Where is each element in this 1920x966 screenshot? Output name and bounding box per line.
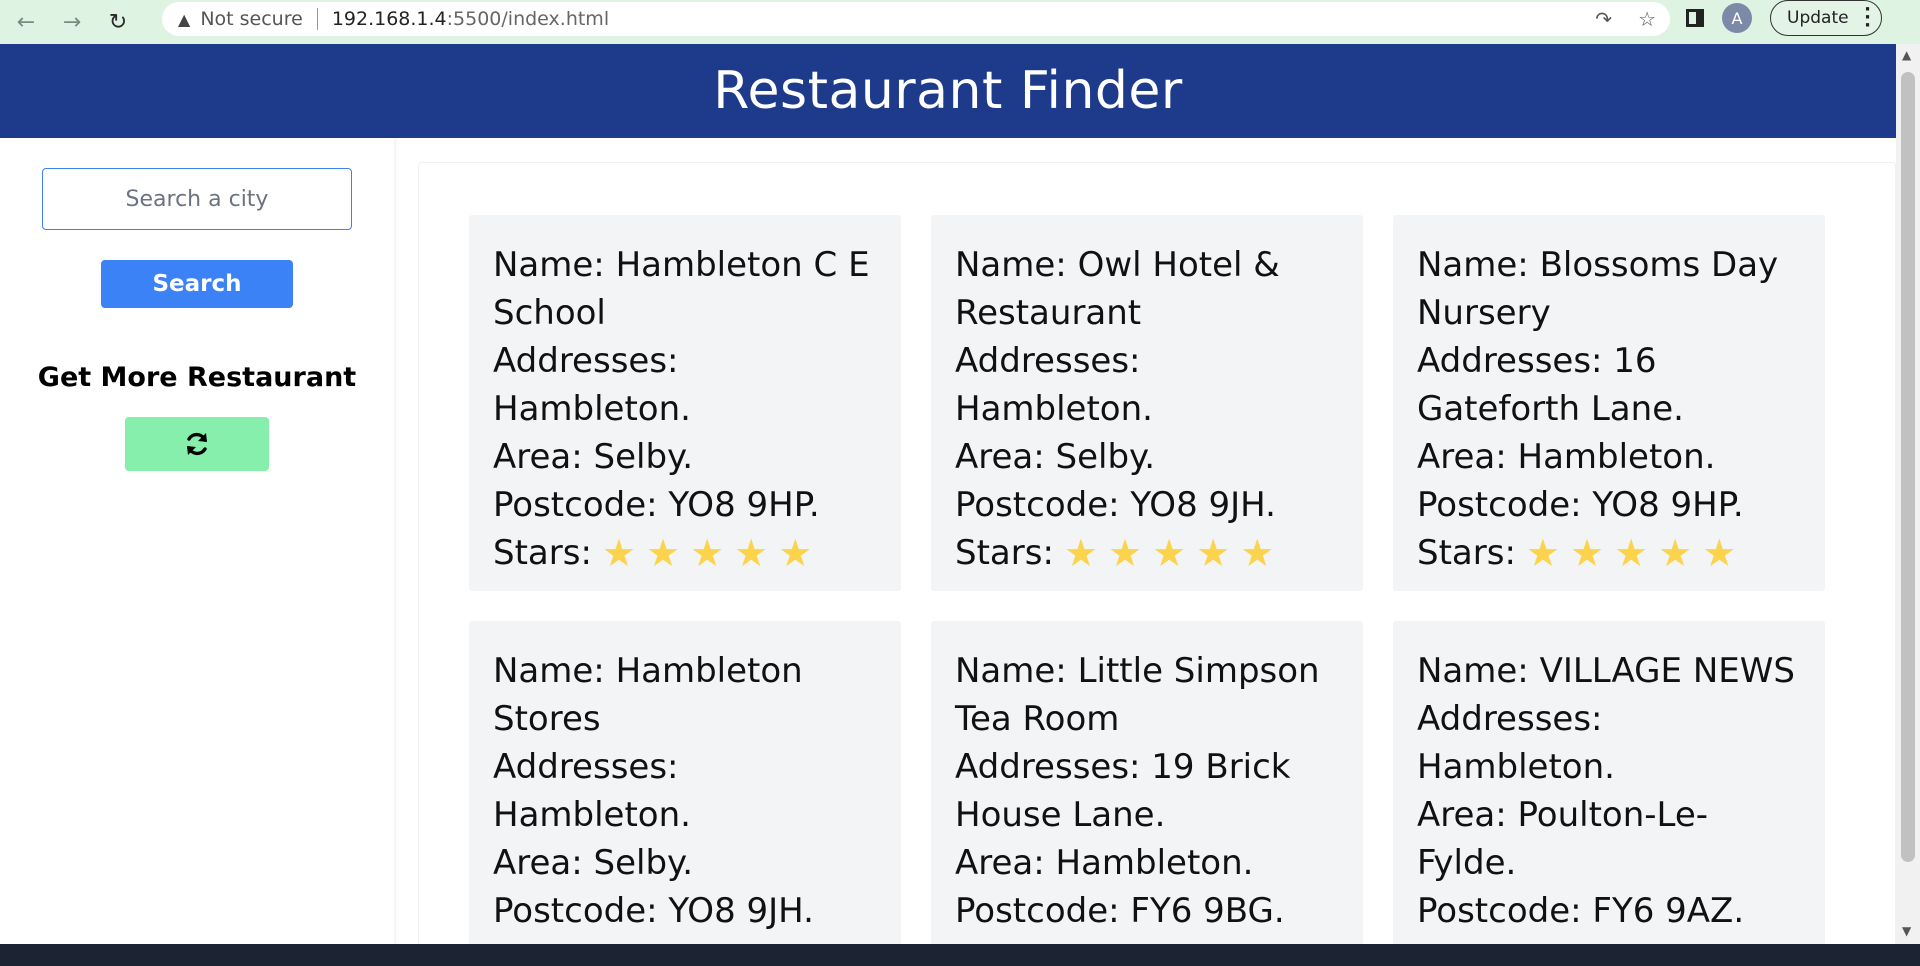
scroll-up-icon[interactable]: ▲	[1902, 48, 1911, 62]
restaurant-stars: Stars:★★★★★	[955, 935, 1343, 944]
refresh-icon	[187, 432, 207, 456]
scrollbar[interactable]: ▲ ▼	[1896, 44, 1920, 944]
page-viewport: Restaurant Finder Search Get More Restau…	[0, 44, 1896, 944]
restaurant-area: Area: Hambleton.	[955, 843, 1254, 883]
get-more-heading: Get More Restaurant	[37, 362, 357, 393]
stars-label: Stars:	[1417, 533, 1516, 573]
restaurant-area: Area: Poulton-Le-Fylde.	[1417, 795, 1709, 883]
star-icon: ★	[1525, 531, 1560, 575]
warning-triangle-icon[interactable]: ▲	[178, 10, 190, 29]
restaurant-name: Name: Owl Hotel & Restaurant	[955, 245, 1280, 333]
url-path[interactable]: :5500/index.html	[447, 8, 609, 30]
city-search-input[interactable]	[42, 168, 352, 230]
star-icon: ★	[601, 531, 636, 575]
scroll-down-icon[interactable]: ▼	[1902, 924, 1911, 938]
divider	[316, 8, 318, 30]
restaurant-card: Name: Blossoms Day Nursery Addresses: 16 …	[1393, 215, 1825, 591]
star-icon: ★	[734, 531, 769, 575]
restaurant-postcode: Postcode: YO8 9HP.	[493, 485, 820, 525]
restaurant-area: Area: Hambleton.	[1417, 437, 1716, 477]
browser-toolbar: ← → ↻ ▲ Not secure 192.168.1.4:5500/inde…	[0, 0, 1920, 44]
restaurant-name: Name: Hambleton C E School	[493, 245, 870, 333]
restaurant-card: Name: Little Simpson Tea Room Addresses: …	[931, 621, 1363, 944]
star-icon: ★	[1614, 531, 1649, 575]
share-icon[interactable]: ↷	[1595, 7, 1612, 31]
profile-avatar[interactable]: A	[1722, 3, 1752, 33]
back-icon[interactable]: ←	[6, 2, 46, 42]
star-icon: ★	[1240, 531, 1275, 575]
bookmark-star-icon[interactable]: ☆	[1638, 7, 1656, 31]
security-label[interactable]: Not secure	[200, 8, 303, 30]
restaurant-postcode: Postcode: FY6 9AZ.	[1417, 891, 1745, 931]
restaurant-area: Area: Selby.	[493, 437, 694, 477]
restaurant-area: Area: Selby.	[955, 437, 1156, 477]
star-icon: ★	[1107, 531, 1143, 575]
restaurant-stars: Stars:★★★★★	[493, 529, 881, 577]
restaurant-stars: Stars:★★★★★	[1417, 529, 1805, 577]
restaurant-postcode: Postcode: YO8 9HP.	[1417, 485, 1744, 525]
star-icon: ★	[690, 531, 725, 575]
restaurant-card: Name: VILLAGE NEWS Addresses: Hambleton. A…	[1393, 621, 1825, 944]
side-panel-icon[interactable]	[1686, 9, 1704, 27]
url-host[interactable]: 192.168.1.4	[332, 8, 447, 30]
address-bar[interactable]: ▲ Not secure 192.168.1.4:5500/index.html…	[162, 2, 1670, 36]
scrollbar-thumb[interactable]	[1901, 72, 1915, 862]
restaurant-stars: Stars:★★★★★	[1417, 935, 1805, 944]
stars-label: Stars:	[493, 935, 592, 944]
restaurant-stars: Stars:★★★★★	[955, 529, 1343, 577]
restaurant-address: Addresses: Hambleton.	[955, 341, 1153, 429]
star-icon: ★	[1569, 531, 1605, 575]
results-panel: Name: Hambleton C E School Addresses: Ham…	[418, 162, 1896, 944]
restaurant-stars: Stars:★★★★	[493, 935, 881, 944]
restaurant-name: Name: Hambleton Stores	[493, 651, 803, 739]
restaurant-card: Name: Owl Hotel & Restaurant Addresses: H…	[931, 215, 1363, 591]
restaurant-address: Addresses: Hambleton.	[1417, 699, 1615, 787]
restaurant-address: Addresses: Hambleton.	[493, 747, 691, 835]
taskbar	[0, 944, 1920, 966]
reload-icon[interactable]: ↻	[98, 2, 138, 42]
page-title: Restaurant Finder	[713, 61, 1183, 121]
stars-label: Stars:	[1417, 935, 1516, 944]
restaurant-name: Name: VILLAGE NEWS	[1417, 651, 1795, 691]
sidebar: Search Get More Restaurant	[0, 138, 394, 944]
refresh-button[interactable]	[125, 417, 269, 471]
restaurant-area: Area: Selby.	[493, 843, 694, 883]
star-icon: ★	[1196, 531, 1231, 575]
search-button[interactable]: Search	[101, 260, 293, 308]
restaurant-name: Name: Little Simpson Tea Room	[955, 651, 1320, 739]
star-icon: ★	[1152, 531, 1187, 575]
star-icon: ★	[1702, 531, 1737, 575]
restaurant-grid: Name: Hambleton C E School Addresses: Ham…	[469, 215, 1825, 944]
site-header: Restaurant Finder	[0, 44, 1896, 138]
restaurant-name: Name: Blossoms Day Nursery	[1417, 245, 1779, 333]
stars-label: Stars:	[493, 533, 592, 573]
restaurant-card: Name: Hambleton Stores Addresses: Hamblet…	[469, 621, 901, 944]
star-icon: ★	[1658, 531, 1693, 575]
star-icon: ★	[1063, 531, 1098, 575]
forward-icon[interactable]: →	[52, 2, 92, 42]
restaurant-postcode: Postcode: YO8 9JH.	[955, 485, 1276, 525]
stars-label: Stars:	[955, 533, 1054, 573]
stars-label: Stars:	[955, 935, 1054, 944]
restaurant-postcode: Postcode: FY6 9BG.	[955, 891, 1285, 931]
restaurant-address: Addresses: 16 Gateforth Lane.	[1417, 341, 1684, 429]
restaurant-postcode: Postcode: YO8 9JH.	[493, 891, 814, 931]
restaurant-card: Name: Hambleton C E School Addresses: Ham…	[469, 215, 901, 591]
update-button[interactable]: Update · · ·	[1770, 0, 1882, 36]
update-label: Update	[1787, 8, 1849, 28]
restaurant-address: Addresses: Hambleton.	[493, 341, 691, 429]
star-icon: ★	[645, 531, 681, 575]
menu-dots-icon[interactable]: · · ·	[1864, 1, 1871, 35]
star-icon: ★	[778, 531, 813, 575]
restaurant-address: Addresses: 19 Brick House Lane.	[955, 747, 1291, 835]
